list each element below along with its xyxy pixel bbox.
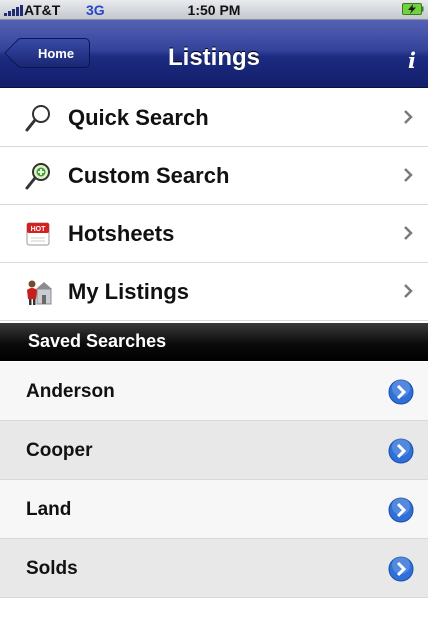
magnifier-plus-icon — [25, 163, 50, 190]
status-time: 1:50 PM — [187, 2, 241, 18]
saved-search-anderson[interactable]: Anderson — [0, 362, 428, 421]
saved-search-solds[interactable]: Solds — [0, 539, 428, 598]
hot-calendar-text: HOT — [31, 226, 47, 233]
chevron-right-icon — [404, 226, 413, 240]
detail-disclosure-icon[interactable] — [388, 497, 414, 523]
saved-search-label: Solds — [26, 558, 78, 579]
menu-item-label: Quick Search — [68, 105, 209, 130]
saved-search-label: Anderson — [26, 381, 115, 402]
menu-item-label: Custom Search — [68, 163, 230, 188]
navigation-bar: Home Listings i — [0, 20, 428, 88]
menu-item-label: My Listings — [68, 279, 190, 304]
chevron-right-icon — [404, 110, 413, 124]
info-icon[interactable]: i — [408, 48, 426, 73]
saved-search-land[interactable]: Land — [0, 480, 428, 539]
menu-item-custom-search[interactable]: Custom Search — [0, 147, 428, 205]
listings-menu: Quick Search Custom Search HOT Hotsheets — [0, 89, 428, 321]
menu-item-label: Hotsheets — [68, 221, 175, 246]
detail-disclosure-icon[interactable] — [388, 379, 414, 405]
magnifier-icon — [25, 105, 50, 132]
saved-searches-list: Anderson Cooper Land Solds — [0, 362, 428, 598]
menu-item-my-listings[interactable]: My Listings — [0, 263, 428, 321]
menu-item-quick-search[interactable]: Quick Search — [0, 89, 428, 147]
status-bar: AT&T 3G 1:50 PM — [0, 0, 428, 20]
chevron-right-icon — [404, 168, 413, 182]
saved-searches-header: Saved Searches — [0, 323, 428, 361]
battery-charging-icon — [402, 3, 424, 15]
saved-search-label: Cooper — [26, 440, 93, 461]
saved-search-cooper[interactable]: Cooper — [0, 421, 428, 480]
agent-house-icon — [27, 280, 52, 305]
hot-calendar-icon: HOT — [26, 222, 50, 246]
menu-item-hotsheets[interactable]: HOT Hotsheets — [0, 205, 428, 263]
detail-disclosure-icon[interactable] — [388, 438, 414, 464]
chevron-right-icon — [404, 284, 413, 298]
saved-search-label: Land — [26, 499, 72, 520]
section-header-label: Saved Searches — [28, 331, 167, 351]
page-title: Listings — [167, 44, 260, 71]
detail-disclosure-icon[interactable] — [388, 556, 414, 582]
